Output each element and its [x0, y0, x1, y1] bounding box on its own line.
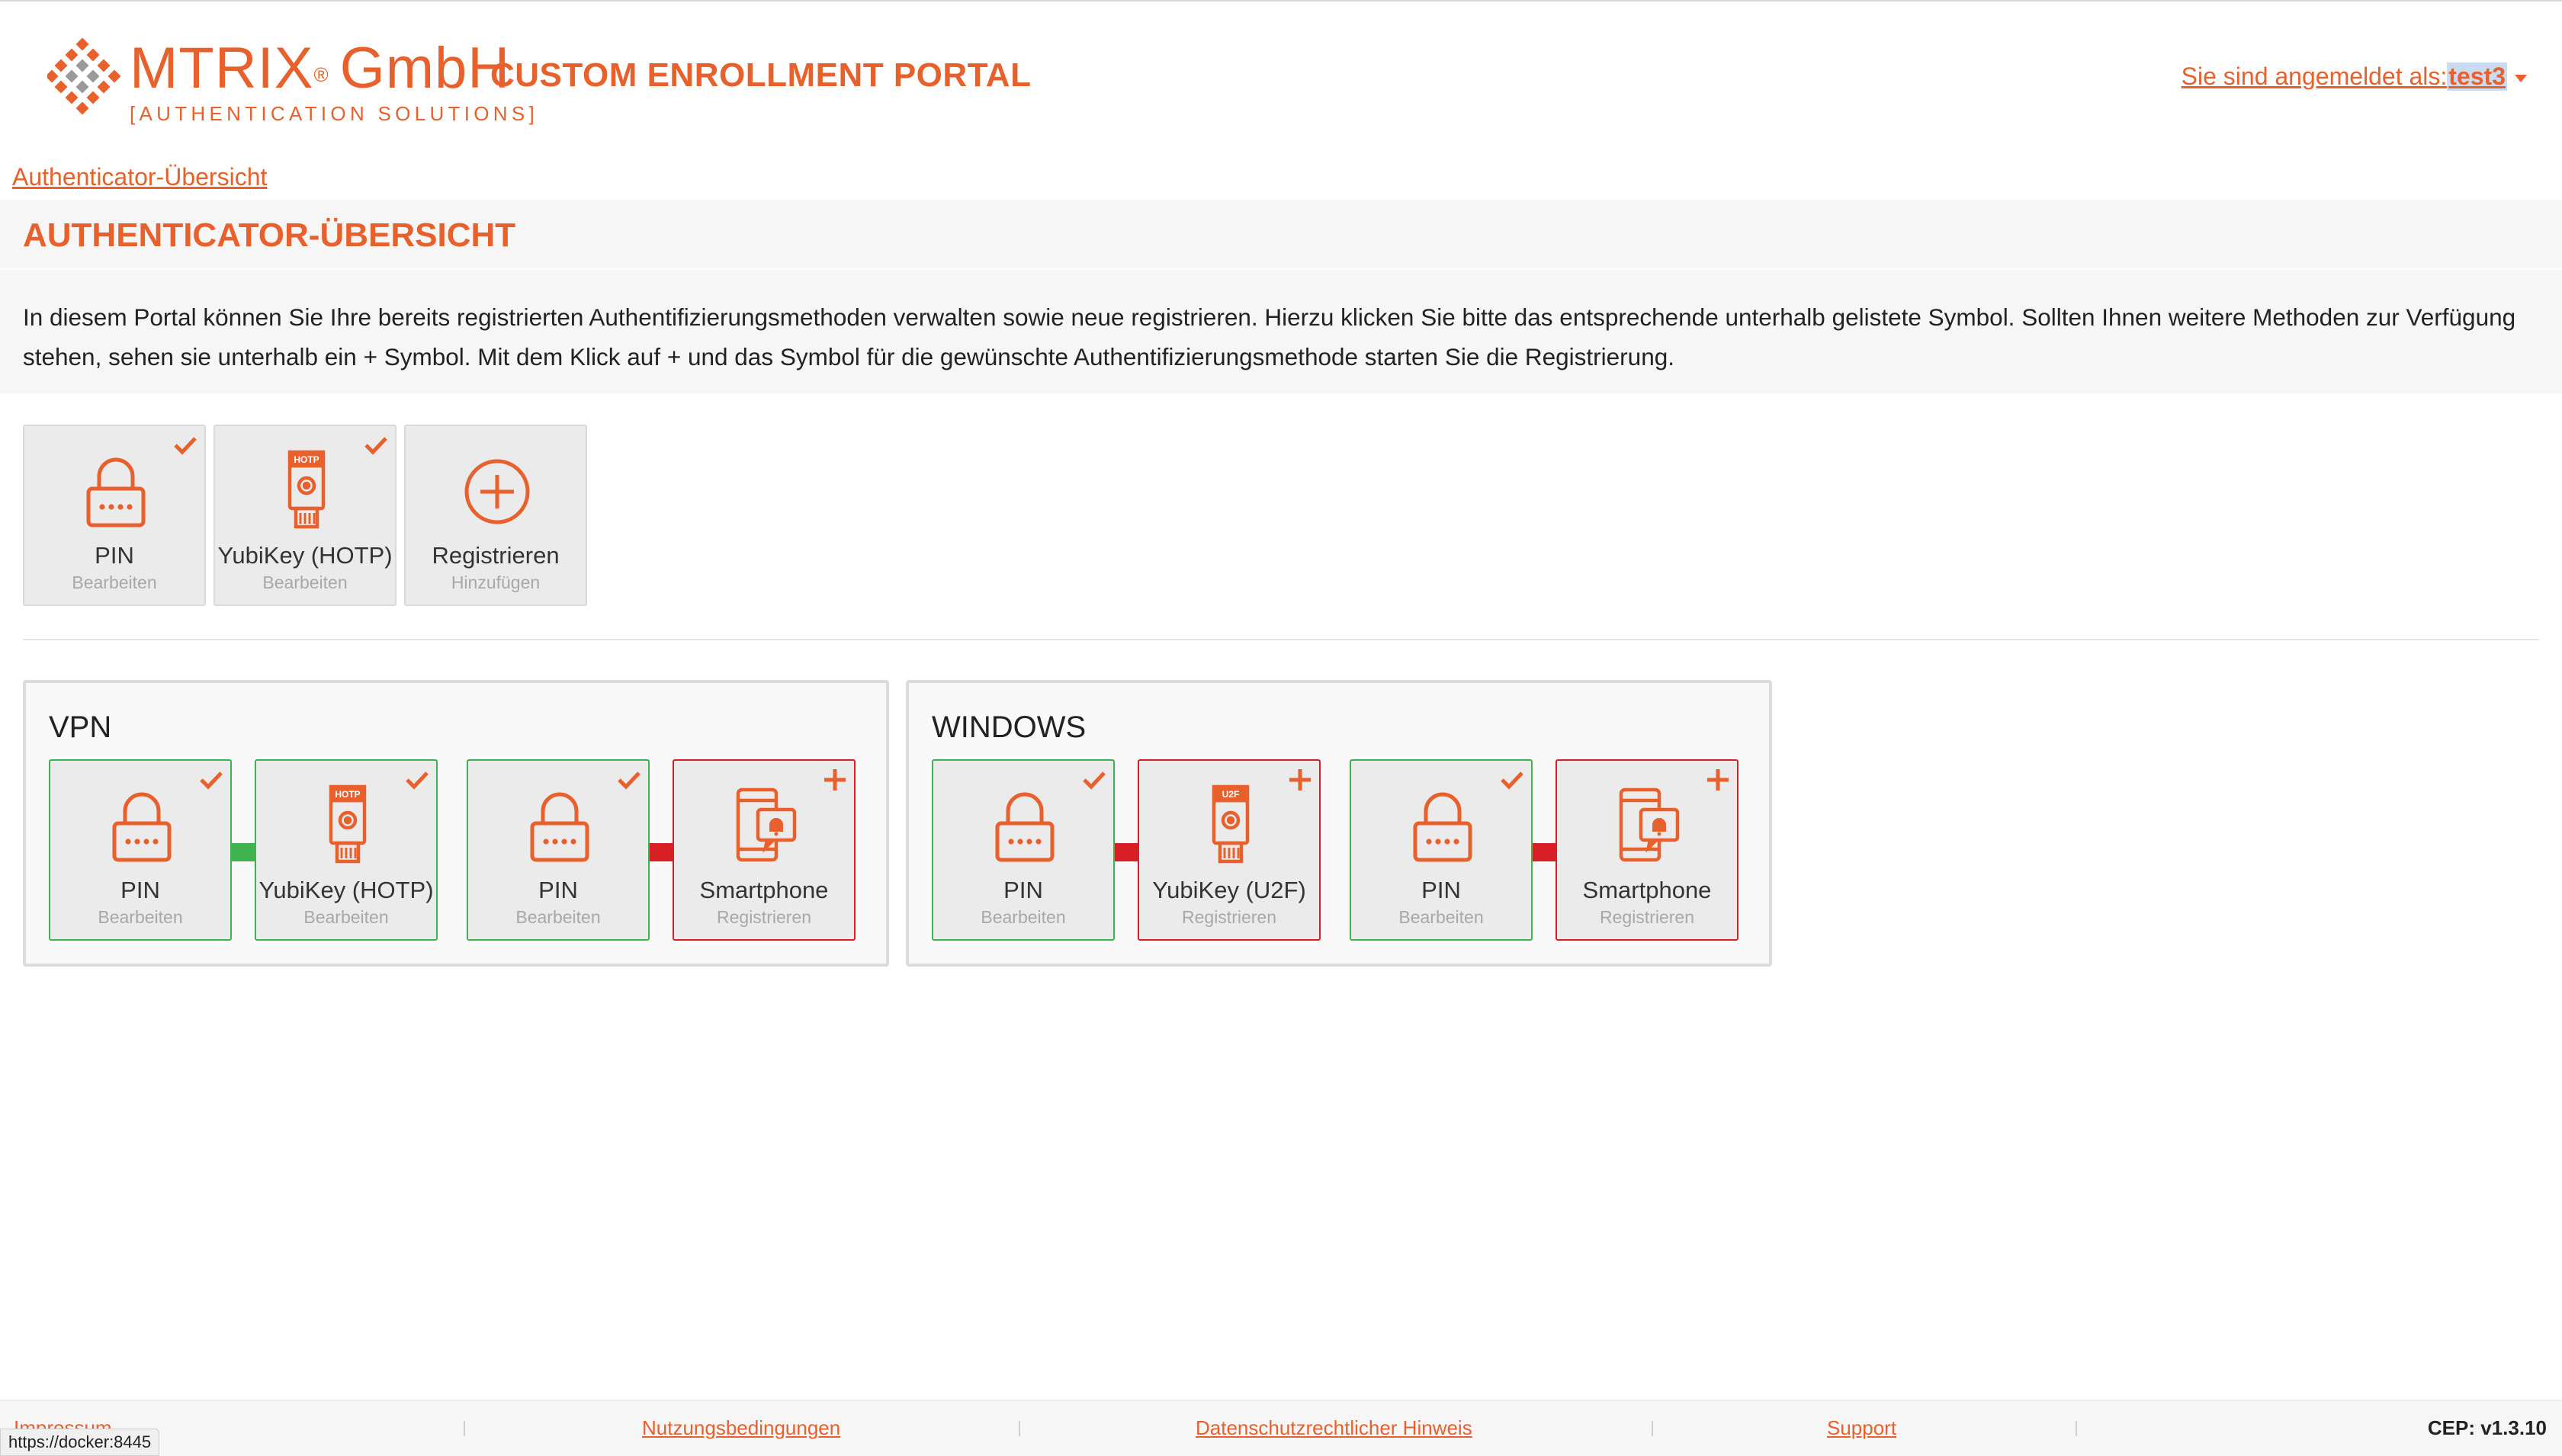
- user-menu-label: Sie sind angemeldet als:: [2181, 63, 2448, 90]
- tile-action: Bearbeiten: [515, 907, 601, 927]
- tile-connector: [1530, 843, 1559, 861]
- check-icon: [404, 767, 430, 793]
- smartphone-icon: [727, 784, 804, 868]
- tile-label: PIN: [1421, 877, 1461, 903]
- lock-icon: [104, 784, 180, 868]
- group-title: WINDOWS: [932, 710, 1087, 744]
- footer-link-support[interactable]: Support: [1827, 1416, 1896, 1440]
- tile-smartphone[interactable]: Smartphone Registrieren: [673, 759, 856, 941]
- check-icon: [616, 767, 642, 793]
- svg-text:HOTP: HOTP: [335, 789, 360, 800]
- footer: Impressum Nutzungsbedingungen Datenschut…: [0, 1400, 2562, 1456]
- brand-name: MTRIX® GmbH: [130, 36, 511, 101]
- svg-text:HOTP: HOTP: [294, 454, 319, 465]
- tile-pin[interactable]: PIN Bearbeiten: [932, 759, 1115, 941]
- check-icon: [363, 432, 389, 458]
- lock-icon: [522, 784, 598, 868]
- lock-icon: [1405, 784, 1481, 868]
- tile-connector: [229, 843, 258, 861]
- title-band: AUTHENTICATOR-ÜBERSICHT: [0, 200, 2562, 268]
- tile-label: Smartphone: [699, 877, 829, 903]
- description-band: In diesem Portal können Sie Ihre bereits…: [0, 270, 2562, 393]
- tile-action: Bearbeiten: [98, 907, 183, 927]
- caret-down-icon: [2515, 74, 2527, 82]
- yubikey-u2f-icon: U2F: [1193, 784, 1269, 868]
- brand: MTRIX® GmbH [AUTHENTICATION SOLUTIONS]: [130, 38, 538, 126]
- header: MTRIX® GmbH [AUTHENTICATION SOLUTIONS] CU…: [0, 0, 2562, 152]
- tile-label: PIN: [1003, 877, 1043, 903]
- tile-action: Registrieren: [1182, 907, 1276, 927]
- breadcrumb-link[interactable]: Authenticator-Übersicht: [12, 163, 267, 191]
- tile-connector: [1112, 843, 1141, 861]
- group-windows: WINDOWS PIN Bearbeiten U2F YubiKey (U2F) Regi…: [906, 680, 1772, 967]
- tile-action: Registrieren: [1600, 907, 1694, 927]
- tile-label: YubiKey (HOTP): [217, 542, 393, 569]
- tile-yubikey-hotp[interactable]: HOTP YubiKey (HOTP) Bearbeiten: [214, 425, 396, 606]
- tile-label: Smartphone: [1582, 877, 1712, 903]
- footer-link-datenschutz[interactable]: Datenschutzrechtlicher Hinweis: [1196, 1416, 1472, 1440]
- user-menu[interactable]: Sie sind angemeldet als: test3: [2182, 63, 2527, 91]
- portal-title: CUSTOM ENROLLMENT PORTAL: [490, 56, 1032, 94]
- yubikey-hotp-icon: HOTP: [310, 784, 386, 868]
- divider: [23, 639, 2539, 640]
- plus-icon: [1705, 767, 1731, 793]
- tile-action: Hinzufügen: [451, 572, 541, 592]
- tile-pin[interactable]: PIN Bearbeiten: [1350, 759, 1533, 941]
- tile-label: PIN: [95, 542, 134, 569]
- plus-icon: [1287, 767, 1313, 793]
- check-icon: [1499, 767, 1525, 793]
- tile-label: PIN: [538, 877, 578, 903]
- smartphone-icon: [1610, 784, 1687, 868]
- tile-label: Registrieren: [432, 542, 560, 569]
- tile-action: Bearbeiten: [72, 572, 157, 592]
- check-icon: [198, 767, 224, 793]
- page-description: In diesem Portal können Sie Ihre bereits…: [23, 303, 2516, 370]
- tile-action: Bearbeiten: [981, 907, 1066, 927]
- mtrix-logo-icon: [47, 37, 121, 115]
- group-title: VPN: [49, 710, 112, 744]
- tile-pin[interactable]: PIN Bearbeiten: [49, 759, 232, 941]
- yubikey-hotp-icon: HOTP: [268, 449, 345, 533]
- version-label: CEP: v1.3.10: [2427, 1416, 2547, 1439]
- svg-text:U2F: U2F: [1222, 789, 1240, 800]
- tile-yubikey-hotp[interactable]: HOTP YubiKey (HOTP) Bearbeiten: [255, 759, 438, 941]
- tile-action: Bearbeiten: [303, 907, 389, 927]
- plus-icon: [822, 767, 848, 793]
- footer-separator: [1652, 1421, 1653, 1436]
- brand-tagline: [AUTHENTICATION SOLUTIONS]: [130, 102, 539, 125]
- lock-icon: [78, 449, 154, 533]
- tile-connector: [647, 843, 676, 861]
- tile-label: YubiKey (U2F): [1152, 877, 1306, 903]
- group-vpn: VPN PIN Bearbeiten HOTP YubiKey (HOTP) Bearbe…: [23, 680, 889, 967]
- lock-icon: [987, 784, 1063, 868]
- tile-label: PIN: [120, 877, 160, 903]
- tile-yubikey-u2f[interactable]: U2F YubiKey (U2F) Registrieren: [1138, 759, 1321, 941]
- tile-pin[interactable]: PIN Bearbeiten: [23, 425, 206, 606]
- tile-smartphone[interactable]: Smartphone Registrieren: [1556, 759, 1738, 941]
- tile-action: Registrieren: [717, 907, 811, 927]
- tile-label: YubiKey (HOTP): [258, 877, 434, 903]
- user-name: test3: [2447, 63, 2507, 91]
- tile-action: Bearbeiten: [1398, 907, 1484, 927]
- tile-pin[interactable]: PIN Bearbeiten: [467, 759, 650, 941]
- footer-link-nutzungsbedingungen[interactable]: Nutzungsbedingungen: [642, 1416, 840, 1440]
- tile-registrieren[interactable]: Registrieren Hinzufügen: [404, 425, 587, 606]
- footer-separator: [464, 1421, 465, 1436]
- add-circle-icon: [459, 449, 535, 533]
- tile-action: Bearbeiten: [262, 572, 348, 592]
- check-icon: [1081, 767, 1107, 793]
- status-bar-url: https://docker:8445: [0, 1429, 160, 1456]
- page-title: AUTHENTICATOR-ÜBERSICHT: [23, 216, 516, 254]
- check-icon: [172, 432, 198, 458]
- footer-separator: [1019, 1421, 1020, 1436]
- footer-separator: [2076, 1421, 2077, 1436]
